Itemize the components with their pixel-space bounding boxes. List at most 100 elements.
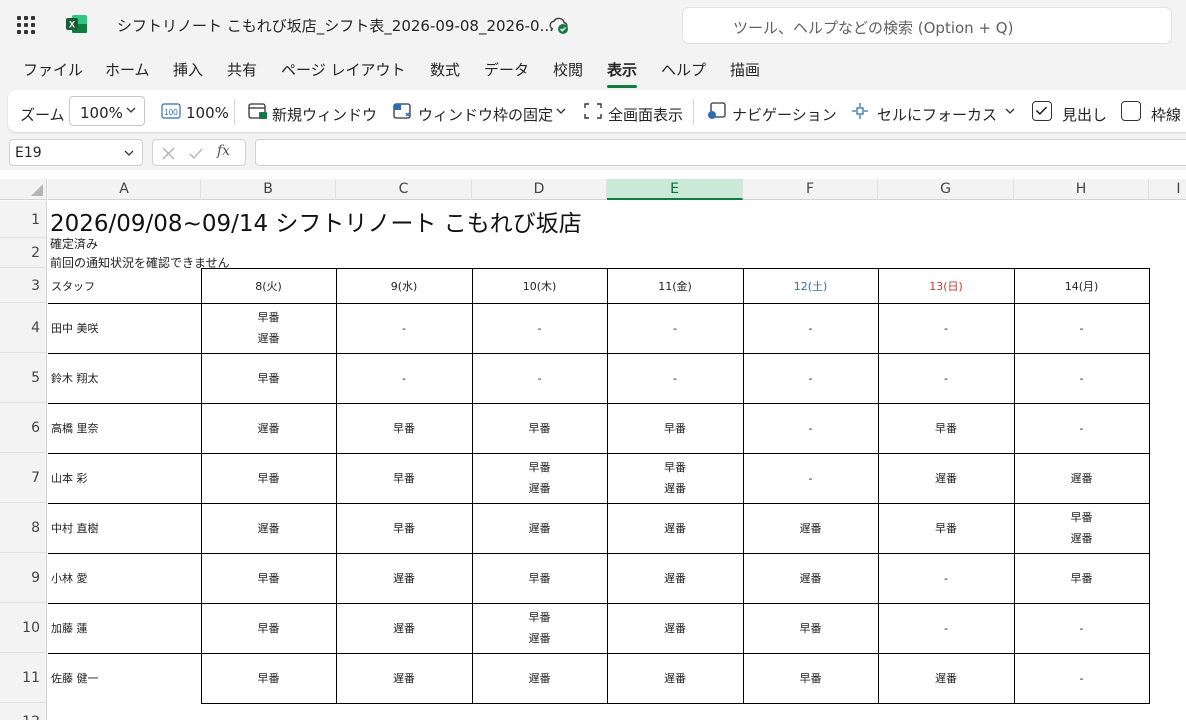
shift-cell[interactable]: - bbox=[878, 353, 1014, 403]
row-header-12[interactable]: 12 bbox=[0, 703, 47, 720]
shift-cell[interactable]: 早番 bbox=[201, 603, 336, 653]
tab-page-layout[interactable]: ページ レイアウト bbox=[281, 59, 405, 80]
shift-cell[interactable]: - bbox=[743, 303, 878, 353]
shift-cell[interactable]: 早番 bbox=[201, 453, 336, 503]
sheet-title[interactable]: 2026/09/08~09/14 シフトリノート こもれび坂店 bbox=[50, 204, 582, 238]
tab-insert[interactable]: 挿入 bbox=[173, 59, 203, 80]
notice-text[interactable]: 前回の通知状況を確認できません bbox=[50, 256, 230, 268]
fullscreen-icon[interactable] bbox=[583, 102, 603, 120]
shift-cell[interactable]: 早番 遅番 bbox=[607, 453, 743, 503]
select-all-corner[interactable] bbox=[0, 179, 47, 200]
cloud-saved-icon[interactable] bbox=[548, 15, 570, 35]
shift-cell[interactable]: 早番 遅番 bbox=[1014, 503, 1149, 553]
search-box[interactable]: ツール、ヘルプなどの検索 (Option + Q) bbox=[683, 8, 1171, 43]
shift-cell[interactable]: 遅番 bbox=[607, 603, 743, 653]
shift-cell[interactable]: 早番 bbox=[1014, 553, 1149, 603]
row-header-2[interactable]: 2 bbox=[0, 238, 47, 268]
insert-function-button[interactable]: fx bbox=[217, 143, 230, 159]
shift-cell[interactable]: 遅番 bbox=[472, 653, 607, 703]
staff-name-cell[interactable]: 山本 彩 bbox=[48, 453, 201, 503]
navigation-icon[interactable] bbox=[707, 102, 727, 120]
row-header-8[interactable]: 8 bbox=[0, 503, 47, 553]
shift-cell[interactable]: 遅番 bbox=[201, 403, 336, 453]
shift-cell[interactable]: 早番 bbox=[336, 503, 472, 553]
shift-cell[interactable]: 早番 bbox=[743, 653, 878, 703]
shift-cell[interactable]: 早番 bbox=[336, 453, 472, 503]
app-launcher-icon[interactable] bbox=[17, 16, 35, 34]
shift-cell[interactable]: 遅番 bbox=[878, 453, 1014, 503]
shift-cell[interactable]: 遅番 bbox=[743, 553, 878, 603]
shift-cell[interactable]: - bbox=[743, 353, 878, 403]
shift-cell[interactable]: - bbox=[1014, 403, 1149, 453]
shift-cell[interactable]: - bbox=[607, 303, 743, 353]
chevron-down-icon[interactable] bbox=[124, 150, 134, 157]
row-header-7[interactable]: 7 bbox=[0, 453, 47, 503]
new-window-icon[interactable] bbox=[248, 102, 268, 120]
column-header-g[interactable]: G bbox=[878, 179, 1014, 200]
column-header-i[interactable]: I bbox=[1149, 179, 1186, 200]
column-header-f[interactable]: F bbox=[743, 179, 878, 200]
day-header[interactable]: 8(火) bbox=[201, 268, 336, 303]
staff-name-cell[interactable]: 中村 直樹 bbox=[48, 503, 201, 553]
enter-check-icon[interactable] bbox=[189, 147, 203, 160]
column-header-d[interactable]: D bbox=[472, 179, 607, 200]
shift-cell[interactable]: 早番 bbox=[201, 553, 336, 603]
shift-cell[interactable]: 遅番 bbox=[607, 553, 743, 603]
shift-cell[interactable]: - bbox=[878, 603, 1014, 653]
fullscreen-button[interactable]: 全画面表示 bbox=[608, 104, 683, 125]
column-header-c[interactable]: C bbox=[336, 179, 472, 200]
row-header-9[interactable]: 9 bbox=[0, 553, 47, 603]
shift-cell[interactable]: 遅番 bbox=[336, 553, 472, 603]
excel-logo-icon[interactable]: X bbox=[66, 14, 88, 34]
day-header[interactable]: 13(日) bbox=[878, 268, 1014, 303]
row-header-4[interactable]: 4 bbox=[0, 303, 47, 353]
gridlines-checkbox[interactable] bbox=[1121, 101, 1141, 121]
navigation-button[interactable]: ナビゲーション bbox=[732, 104, 837, 125]
shift-cell[interactable]: - bbox=[1014, 603, 1149, 653]
shift-cell[interactable]: 遅番 bbox=[743, 503, 878, 553]
shift-cell[interactable]: 早番 bbox=[472, 403, 607, 453]
shift-cell[interactable]: 早番 bbox=[743, 603, 878, 653]
staff-name-cell[interactable]: 小林 愛 bbox=[48, 553, 201, 603]
shift-cell[interactable]: - bbox=[743, 453, 878, 503]
shift-cell[interactable]: 早番 bbox=[201, 353, 336, 403]
shift-cell[interactable]: 遅番 bbox=[1014, 453, 1149, 503]
day-header[interactable]: 14(月) bbox=[1014, 268, 1149, 303]
column-header-h[interactable]: H bbox=[1014, 179, 1149, 200]
freeze-panes-icon[interactable] bbox=[393, 102, 413, 120]
shift-cell[interactable]: 早番 遅番 bbox=[472, 453, 607, 503]
shift-cell[interactable]: 遅番 bbox=[201, 503, 336, 553]
shift-cell[interactable]: 早番 bbox=[607, 403, 743, 453]
staff-name-cell[interactable]: 鈴木 翔太 bbox=[48, 353, 201, 403]
tab-view[interactable]: 表示 bbox=[607, 59, 638, 88]
shift-cell[interactable]: 早番 bbox=[878, 403, 1014, 453]
shift-cell[interactable]: - bbox=[1014, 653, 1149, 703]
zoom-100-button[interactable]: 100% bbox=[186, 104, 229, 122]
shift-cell[interactable]: - bbox=[472, 303, 607, 353]
staff-name-cell[interactable]: 田中 美咲 bbox=[48, 303, 201, 353]
focus-cell-icon[interactable] bbox=[850, 102, 870, 120]
shift-cell[interactable]: 遅番 bbox=[336, 653, 472, 703]
document-title[interactable]: シフトリノート こもれび坂店_シフト表_2026-09-08_2026-0... bbox=[117, 15, 554, 36]
headings-label[interactable]: 見出し bbox=[1062, 104, 1107, 125]
sheet-grid[interactable]: A B C D E F G H I 123456789101112 スタッフ8(… bbox=[0, 170, 1186, 720]
zoom-100-icon[interactable]: 100 bbox=[161, 102, 181, 120]
tab-share[interactable]: 共有 bbox=[227, 59, 257, 80]
shift-cell[interactable]: 遅番 bbox=[878, 653, 1014, 703]
focus-cell-button[interactable]: セルにフォーカス bbox=[877, 104, 997, 125]
staff-name-cell[interactable]: 加藤 蓮 bbox=[48, 603, 201, 653]
shift-cell[interactable]: - bbox=[336, 353, 472, 403]
column-header-e[interactable]: E bbox=[607, 179, 743, 200]
shift-cell[interactable]: - bbox=[336, 303, 472, 353]
day-header[interactable]: 9(水) bbox=[336, 268, 472, 303]
shift-cell[interactable]: 遅番 bbox=[607, 653, 743, 703]
row-header-11[interactable]: 11 bbox=[0, 653, 47, 703]
tab-review[interactable]: 校閲 bbox=[553, 59, 583, 80]
shift-cell[interactable]: 早番 bbox=[201, 653, 336, 703]
shift-cell[interactable]: - bbox=[607, 353, 743, 403]
staff-header[interactable]: スタッフ bbox=[48, 268, 201, 303]
day-header[interactable]: 10(木) bbox=[472, 268, 607, 303]
tab-formulas[interactable]: 数式 bbox=[430, 59, 460, 80]
headings-checkbox[interactable] bbox=[1032, 101, 1052, 121]
new-window-button[interactable]: 新規ウィンドウ bbox=[272, 104, 377, 125]
